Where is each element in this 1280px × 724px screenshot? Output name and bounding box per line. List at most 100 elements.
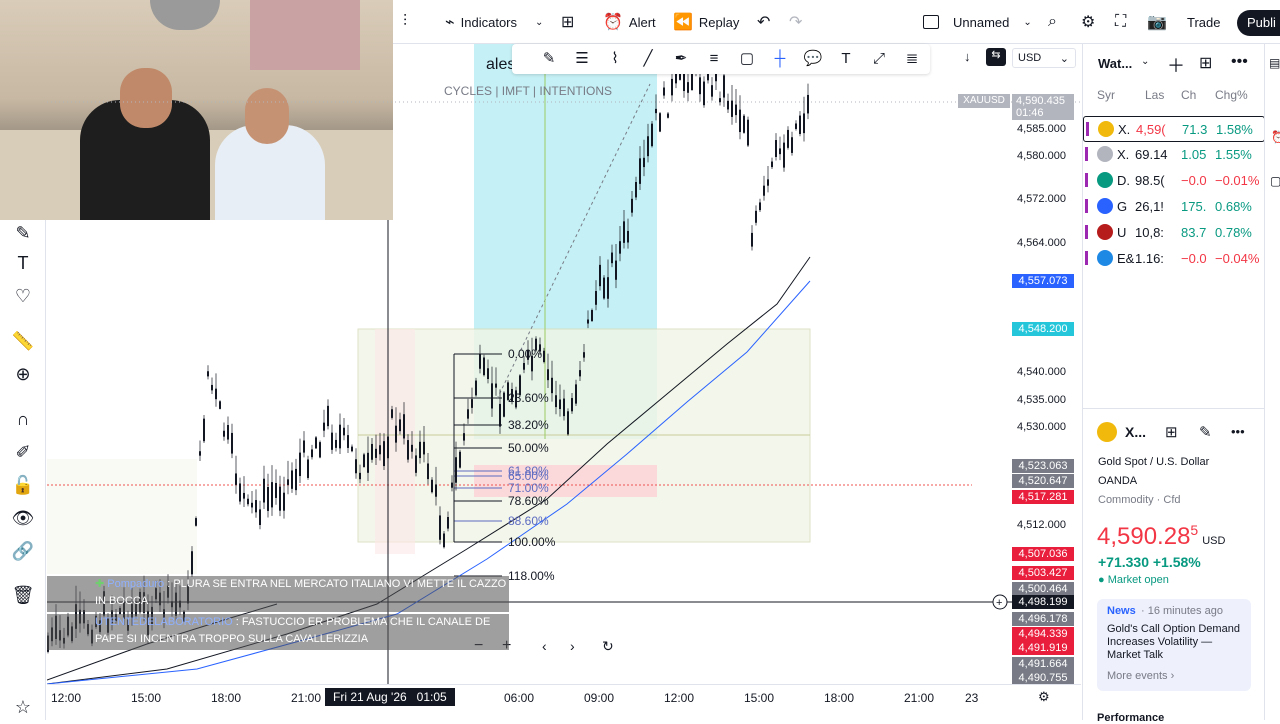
red-zone-right bbox=[474, 465, 657, 497]
settings-icon[interactable]: ⚙ bbox=[1038, 689, 1050, 705]
path-icon[interactable]: ⤢ bbox=[868, 48, 890, 70]
watchlist-row[interactable]: X. 69.14 1.05 1.55% bbox=[1083, 142, 1265, 168]
more-events-link[interactable]: More events › bbox=[1107, 670, 1174, 682]
watchlist-symbol: E& bbox=[1117, 251, 1135, 266]
currency-select[interactable]: USD ⌄ bbox=[1012, 48, 1076, 68]
chart-type-button[interactable]: ⫶ bbox=[403, 10, 407, 34]
redo-button[interactable]: ↷ bbox=[789, 10, 802, 34]
price-scale-label: 4,580.000 bbox=[1017, 150, 1066, 162]
lock-icon[interactable]: 🔓 bbox=[10, 472, 36, 498]
more-icon[interactable]: ••• bbox=[1231, 424, 1245, 439]
advanced-view-icon[interactable]: ⊞ bbox=[1199, 53, 1212, 73]
rectangle-icon[interactable]: ▢ bbox=[736, 48, 758, 70]
settings-button[interactable]: ⚙ bbox=[1081, 10, 1095, 34]
instrument-name[interactable]: Gold Spot / U.S. Dollar bbox=[1098, 456, 1209, 468]
candles-icon: ⫶ bbox=[403, 13, 408, 30]
trash-icon[interactable]: 🗑 bbox=[10, 582, 36, 608]
indicator-legend[interactable]: CYCLES | IMFT | INTENTIONS bbox=[444, 84, 612, 98]
watchlist-symbol: D. bbox=[1117, 173, 1130, 188]
price-marker: 4,494.339 bbox=[1012, 627, 1074, 641]
flag-marker[interactable] bbox=[1086, 122, 1089, 136]
flag-marker[interactable] bbox=[1085, 225, 1088, 239]
scroll-left-button[interactable]: ‹ bbox=[542, 638, 547, 654]
scroll-right-button[interactable]: › bbox=[570, 638, 575, 654]
news-card[interactable]: News · 16 minutes ago Gold's Call Option… bbox=[1097, 599, 1251, 691]
price-marker: 4,500.464 bbox=[1012, 582, 1074, 596]
flag-marker[interactable] bbox=[1085, 147, 1088, 161]
watchlist-row[interactable]: E& 1.16: −0.0 −0.04% bbox=[1083, 246, 1265, 272]
line-icon[interactable]: ╱ bbox=[637, 48, 659, 70]
col-symbol[interactable]: Syr bbox=[1097, 88, 1115, 102]
magnet-icon[interactable]: ∩ bbox=[10, 406, 36, 432]
watchlist-row[interactable]: X. 4,59(71.3 1.58% bbox=[1083, 116, 1265, 142]
chevron-down-icon[interactable]: ⌄ bbox=[1141, 56, 1149, 67]
alert-button[interactable]: ⏰ Alert bbox=[603, 10, 656, 34]
indicators-button[interactable]: ⌁ Indicators ⌄ bbox=[445, 10, 543, 34]
link-icon[interactable]: 🔗 bbox=[10, 538, 36, 564]
col-last[interactable]: Las bbox=[1145, 88, 1164, 102]
chat-user: UTENTEDELABORATORIO bbox=[95, 616, 233, 628]
ruler-icon[interactable]: 📏 bbox=[10, 328, 36, 354]
chat-icon[interactable]: ▢ bbox=[1270, 174, 1280, 188]
chevron-down-icon: ⌄ bbox=[1059, 53, 1069, 65]
brush-icon[interactable]: ✎ bbox=[538, 48, 560, 70]
zoom-icon[interactable]: ⊕ bbox=[10, 361, 36, 387]
time-axis-label: 18:00 bbox=[211, 691, 242, 705]
watchlist-row[interactable]: U 10,8: 83.7 0.78% bbox=[1083, 220, 1265, 246]
broker[interactable]: OANDA bbox=[1098, 475, 1137, 487]
comment-icon[interactable]: 💬 bbox=[802, 48, 824, 70]
watchlist-title[interactable]: Wat... bbox=[1098, 56, 1132, 71]
favorites-icon[interactable]: ☆ bbox=[10, 694, 36, 720]
pattern-icon[interactable]: ⌇ bbox=[604, 48, 626, 70]
brush-tool-icon[interactable]: ✎ bbox=[10, 220, 36, 246]
watchlist-icon[interactable]: ▤ bbox=[1269, 56, 1280, 70]
drawing-tools-sidebar: ✎ T ♡ 📏 ⊕ ∩ ✐ 🔓 👁 🔗 🗑 ☆ bbox=[0, 220, 46, 720]
flag-marker[interactable] bbox=[1085, 173, 1088, 187]
trade-button[interactable]: Trade bbox=[1187, 10, 1220, 34]
flag-marker[interactable] bbox=[1085, 251, 1088, 265]
fullscreen-button[interactable]: ⛶ bbox=[1115, 10, 1126, 34]
edit-icon[interactable]: ✎ bbox=[1199, 423, 1212, 441]
symbol-legend[interactable]: ales bbox=[486, 56, 515, 74]
more-lines-icon[interactable]: ≣ bbox=[901, 48, 923, 70]
news-headline[interactable]: Gold's Call Option Demand Increases Vola… bbox=[1107, 623, 1243, 662]
fib-levels-icon[interactable]: ≡ bbox=[703, 48, 725, 70]
col-change-pct[interactable]: Chg% bbox=[1215, 88, 1248, 102]
eye-icon[interactable]: 👁 bbox=[10, 505, 36, 531]
pen-icon[interactable]: ✒ bbox=[670, 48, 692, 70]
flag-marker[interactable] bbox=[1085, 199, 1088, 213]
detail-change: +71.330 +1.58% bbox=[1098, 554, 1201, 570]
auto-scale-icon[interactable]: ⇆ bbox=[986, 48, 1006, 66]
quick-search-button[interactable]: ⌕ bbox=[1048, 10, 1057, 34]
more-icon[interactable]: ••• bbox=[1231, 53, 1248, 71]
symbol-logo-icon bbox=[1097, 172, 1113, 188]
alerts-icon[interactable]: ⏰ bbox=[1271, 130, 1280, 144]
chevron-down-icon: ⌄ bbox=[1023, 16, 1032, 28]
undo-button[interactable]: ↶ bbox=[757, 10, 770, 34]
price-scale-label: 4,530.000 bbox=[1017, 421, 1066, 433]
reset-chart-button[interactable]: ↻ bbox=[602, 638, 614, 655]
publish-button[interactable]: Publi bbox=[1237, 10, 1280, 36]
crosshair-icon[interactable]: ┼ bbox=[769, 48, 791, 70]
replay-button[interactable]: ⏪ Replay bbox=[673, 10, 739, 34]
fib-tool-icon[interactable]: ☰ bbox=[571, 48, 593, 70]
col-change[interactable]: Ch bbox=[1181, 88, 1196, 102]
layout-button[interactable]: Unnamed ⌄ bbox=[923, 10, 1032, 34]
add-symbol-icon[interactable]: ＋ bbox=[1167, 52, 1185, 78]
heart-icon[interactable]: ♡ bbox=[10, 283, 36, 309]
time-axis[interactable]: 12:00 15:00 18:00 21:00 06:00 09:00 12:00 15:00… bbox=[47, 684, 1081, 720]
text-icon[interactable]: T bbox=[835, 48, 857, 70]
price-marker: 4,523.063 bbox=[1012, 459, 1074, 473]
pencil-lock-icon[interactable]: ✐ bbox=[10, 439, 36, 465]
watchlist-row[interactable]: G 26,1! 175. 0.68% bbox=[1083, 194, 1265, 220]
watchlist-panel: Wat... ⌄ ＋ ⊞ ••• Syr Las Ch Chg% X. 4,59(… bbox=[1082, 44, 1265, 724]
templates-button[interactable]: ⊞ bbox=[561, 10, 574, 34]
symbol-logo-icon bbox=[1097, 224, 1113, 240]
watchlist-row[interactable]: D. 98.5(−0.0 −0.01% bbox=[1083, 168, 1265, 194]
down-arrow-icon[interactable]: ↓ bbox=[964, 49, 971, 64]
text-tool-icon[interactable]: T bbox=[10, 250, 36, 276]
detail-symbol[interactable]: X... bbox=[1125, 424, 1146, 440]
price-marker: 4,503.427 bbox=[1012, 566, 1074, 580]
grid-icon[interactable]: ⊞ bbox=[1165, 423, 1178, 441]
snapshot-button[interactable]: 📷 bbox=[1147, 10, 1167, 34]
